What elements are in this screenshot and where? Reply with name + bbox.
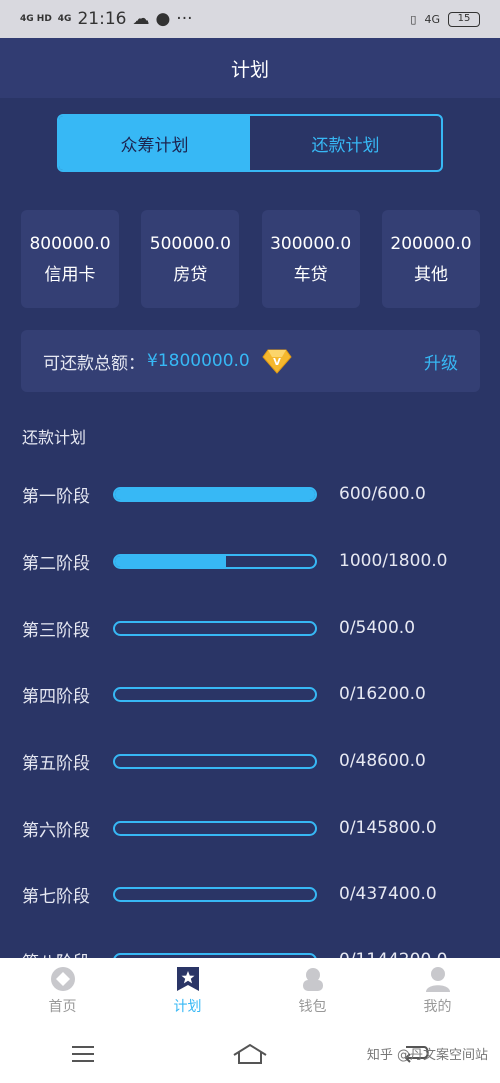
nav-item-plan[interactable]: 计划 — [125, 958, 250, 1024]
stage-row: 第四阶段 0/16200.0 — [0, 664, 500, 724]
total-repayable-row: 可还款总额： ¥1800000.0 V 升级 — [21, 330, 480, 392]
card-value: 500000.0 — [149, 233, 231, 254]
signal-indicator-2: 4G — [57, 13, 72, 24]
stage-name: 第五阶段 — [22, 753, 90, 774]
stage-value: 0/48600.0 — [339, 751, 426, 771]
network-indicator: 4G — [424, 12, 440, 26]
stage-row: 第六阶段 0/145800.0 — [0, 798, 500, 858]
stage-progress-fill — [115, 555, 227, 567]
stage-name: 第二阶段 — [22, 553, 90, 574]
stage-name: 第四阶段 — [22, 686, 90, 707]
nav-label: 我的 — [423, 999, 452, 1015]
stage-progress-bar — [113, 686, 317, 702]
stage-name: 第六阶段 — [22, 820, 90, 841]
profile-icon — [425, 967, 450, 992]
total-amount: ¥1800000.0 — [147, 351, 250, 371]
bottom-nav: 首页 计划 钱包 我的 — [0, 958, 500, 1024]
card-label: 信用卡 — [44, 264, 96, 285]
page-title: 计划 — [230, 58, 269, 81]
home-icon — [50, 967, 75, 991]
stage-progress-bar — [113, 486, 317, 502]
status-bar: 4G HD 4G 21:16 ☁ ● ··· ▯ 4G 15 — [0, 0, 500, 38]
stage-row: 第一阶段 600/600.0 — [0, 464, 500, 524]
card-label: 房贷 — [173, 264, 208, 285]
nav-item-wallet[interactable]: 钱包 — [250, 958, 375, 1024]
stage-progress-bar — [113, 620, 317, 636]
menu-icon[interactable] — [63, 1039, 103, 1069]
vip-diamond-icon: V — [262, 349, 292, 374]
stage-progress-bar — [113, 753, 317, 769]
stage-progress-fill — [115, 488, 315, 500]
stage-progress-bar — [113, 886, 317, 902]
stage-value: 1000/1800.0 — [339, 551, 448, 571]
battery-icon: 15 — [448, 11, 480, 27]
upgrade-button[interactable]: 升级 — [424, 349, 458, 374]
plan-icon — [176, 967, 199, 991]
card-credit[interactable]: 800000.0 信用卡 — [21, 210, 119, 308]
stage-value: 0/16200.0 — [339, 684, 426, 704]
nav-item-profile[interactable]: 我的 — [375, 958, 500, 1024]
tab-repayment-plan[interactable]: 还款计划 — [250, 116, 441, 170]
card-car-loan[interactable]: 300000.0 车贷 — [261, 210, 360, 308]
cloud-icon: ☁ — [132, 9, 150, 29]
vip-label: V — [273, 357, 281, 368]
stage-value: 600/600.0 — [339, 484, 426, 504]
more-icon: ··· — [176, 9, 193, 29]
vibrate-icon: ▯ — [410, 12, 417, 26]
card-label: 其他 — [413, 264, 448, 285]
stage-row: 第二阶段 1000/1800.0 — [0, 531, 500, 591]
signal-indicator-1: 4G HD — [20, 13, 52, 24]
wechat-icon: ● — [155, 9, 171, 29]
battery-level: 15 — [457, 13, 471, 24]
status-left: 4G HD 4G 21:16 ☁ ● ··· — [20, 9, 193, 29]
nav-label: 计划 — [173, 999, 202, 1015]
debt-cards: 800000.0 信用卡 500000.0 房贷 300000.0 车贷 200… — [21, 210, 480, 308]
tab-crowdfunding-plan[interactable]: 众筹计划 — [59, 116, 250, 170]
stage-name: 第三阶段 — [22, 620, 90, 641]
status-time: 21:16 — [77, 9, 127, 29]
home-system-icon[interactable] — [230, 1039, 270, 1069]
watermark: 知乎 @丹文案空间站 — [366, 1048, 488, 1063]
card-other[interactable]: 200000.0 其他 — [381, 210, 480, 308]
wallet-icon — [302, 968, 323, 991]
status-right: ▯ 4G 15 — [410, 11, 480, 27]
card-value: 800000.0 — [29, 233, 111, 254]
stage-value: 0/145800.0 — [339, 818, 437, 838]
card-value: 300000.0 — [270, 233, 352, 254]
stage-row: 第七阶段 0/437400.0 — [0, 864, 500, 924]
card-label: 车贷 — [293, 264, 328, 285]
nav-label: 钱包 — [298, 999, 327, 1015]
plan-toggle: 众筹计划 还款计划 — [57, 114, 443, 172]
stage-row: 第五阶段 0/48600.0 — [0, 731, 500, 791]
stage-progress-bar — [113, 553, 317, 569]
nav-item-home[interactable]: 首页 — [0, 958, 125, 1024]
stage-name: 第七阶段 — [22, 886, 90, 907]
stage-progress-bar — [113, 820, 317, 836]
total-label: 可还款总额： — [43, 353, 145, 374]
section-title: 还款计划 — [22, 428, 87, 447]
stage-name: 第一阶段 — [22, 486, 90, 507]
nav-label: 首页 — [48, 999, 77, 1015]
stage-value: 0/5400.0 — [339, 618, 416, 638]
card-value: 200000.0 — [390, 233, 472, 254]
stage-row: 第三阶段 0/5400.0 — [0, 598, 500, 658]
stage-value: 0/437400.0 — [339, 884, 437, 904]
card-mortgage[interactable]: 500000.0 房贷 — [141, 210, 240, 308]
page-header: 计划 — [0, 38, 500, 98]
